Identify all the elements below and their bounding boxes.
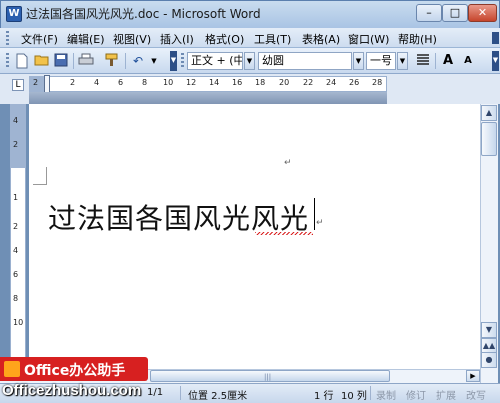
ruler-number: 14 <box>209 78 220 87</box>
menu-format[interactable]: 格式(O) <box>205 31 244 47</box>
paragraph-mark: ↵ <box>316 218 324 228</box>
vruler-number: 2 <box>13 222 19 231</box>
tab-selector-icon[interactable]: L <box>12 79 24 91</box>
menu-table[interactable]: 表格(A) <box>302 31 340 47</box>
status-track-changes[interactable]: 修订 <box>406 387 426 402</box>
vruler-number: 4 <box>13 246 19 255</box>
menu-help[interactable]: 帮助(H) <box>398 31 437 47</box>
office-logo-icon <box>4 361 20 377</box>
ruler-number: 6 <box>118 78 124 87</box>
vruler-number: 10 <box>13 318 24 327</box>
toolbar-grip[interactable] <box>181 53 184 67</box>
page-header-band <box>29 92 387 104</box>
window-title: 过法国各国风光风光.doc - Microsoft Word <box>26 7 261 21</box>
indent-marker-icon[interactable] <box>44 75 50 93</box>
font-combo[interactable]: 幼圆 <box>258 52 352 70</box>
status-position: 位置 2.5厘米 <box>188 391 248 402</box>
toolbar-options-handle[interactable]: ▼ <box>170 51 177 71</box>
status-overtype[interactable]: 改写 <box>466 387 486 402</box>
minimize-button[interactable]: – <box>416 4 442 22</box>
ruler-number: 12 <box>186 78 197 87</box>
vruler-number: 8 <box>13 294 19 303</box>
size-dropdown-icon[interactable]: ▼ <box>397 52 408 70</box>
document-page[interactable] <box>29 104 480 387</box>
undo-dropdown-icon[interactable]: ▼ <box>146 53 162 69</box>
browse-object-icon[interactable]: ● <box>481 352 497 368</box>
status-record[interactable]: 录制 <box>376 387 396 402</box>
ruler-number: 2 <box>70 78 76 87</box>
ruler-number: 28 <box>372 78 383 87</box>
word-app-icon[interactable]: W <box>6 6 22 22</box>
justify-icon[interactable] <box>415 53 431 69</box>
menu-edit[interactable]: 编辑(E) <box>67 31 105 47</box>
format-painter-icon[interactable] <box>104 53 120 69</box>
save-icon[interactable] <box>53 53 69 69</box>
vruler-number: 1 <box>13 193 19 202</box>
vertical-scroll-thumb[interactable] <box>481 122 497 156</box>
watermark-logo-text: Office办公助手 <box>24 363 126 379</box>
menu-tools[interactable]: 工具(T) <box>254 31 291 47</box>
shrink-font-icon[interactable]: A <box>460 53 476 69</box>
status-page: 1/1 <box>147 387 164 398</box>
status-line: 1 行 <box>314 391 334 402</box>
menu-insert[interactable]: 插入(I) <box>160 31 194 47</box>
watermark-site-text: Officezhushou.com <box>2 382 142 399</box>
ruler-number: 26 <box>349 78 360 87</box>
document-body-text[interactable]: 过法国各国风光风光 <box>48 197 309 237</box>
status-separator <box>180 386 181 400</box>
menu-overflow-handle[interactable] <box>492 32 499 44</box>
ruler-number: 4 <box>94 78 100 87</box>
vruler-number: 2 <box>13 140 19 149</box>
toolbar-separator <box>73 53 74 69</box>
page-corner-mark <box>33 167 47 185</box>
ruler-number: 22 <box>303 78 314 87</box>
ruler-number: 24 <box>326 78 337 87</box>
toolbar-separator <box>435 53 436 69</box>
status-column: 10 列 <box>341 391 367 402</box>
vruler-number: 4 <box>13 116 19 125</box>
undo-icon[interactable]: ↶ <box>130 53 146 69</box>
scroll-grip-icon: ||| <box>264 373 272 381</box>
status-extend[interactable]: 扩展 <box>436 387 456 402</box>
print-icon[interactable] <box>78 53 94 69</box>
scroll-right-icon[interactable]: ▶ <box>466 370 480 382</box>
vruler-number: 6 <box>13 270 19 279</box>
toolbar-grip[interactable] <box>6 53 9 67</box>
spelling-underline <box>255 232 313 235</box>
ruler-number: 18 <box>255 78 266 87</box>
paragraph-mark: ↵ <box>284 158 292 168</box>
menu-file[interactable]: 文件(F) <box>21 31 58 47</box>
new-icon[interactable] <box>14 53 30 69</box>
menu-window[interactable]: 窗口(W) <box>348 31 389 47</box>
menu-view[interactable]: 视图(V) <box>113 31 151 47</box>
toolbar-overflow-handle[interactable]: ▼ <box>492 51 499 71</box>
grow-font-icon[interactable]: A <box>440 53 456 69</box>
menu-grip[interactable] <box>6 31 9 45</box>
vertical-ruler-top-margin <box>10 104 26 168</box>
close-button[interactable]: ✕ <box>468 4 497 22</box>
ruler-number: 20 <box>279 78 290 87</box>
text-cursor <box>314 198 315 230</box>
style-combo[interactable]: 正文 + (中) <box>187 52 243 70</box>
open-icon[interactable] <box>34 53 50 69</box>
status-separator <box>370 386 371 400</box>
maximize-button[interactable]: □ <box>442 4 468 22</box>
ruler-number: 8 <box>142 78 148 87</box>
style-dropdown-icon[interactable]: ▼ <box>244 52 255 70</box>
ruler-number: 10 <box>163 78 174 87</box>
toolbar-separator <box>125 53 126 69</box>
ruler-number: 16 <box>232 78 243 87</box>
size-combo[interactable]: 一号 <box>366 52 396 70</box>
scroll-up-icon[interactable]: ▲ <box>481 105 497 121</box>
ruler-number: 2 <box>33 78 39 87</box>
font-dropdown-icon[interactable]: ▼ <box>353 52 364 70</box>
scroll-down-icon[interactable]: ▼ <box>481 322 497 338</box>
